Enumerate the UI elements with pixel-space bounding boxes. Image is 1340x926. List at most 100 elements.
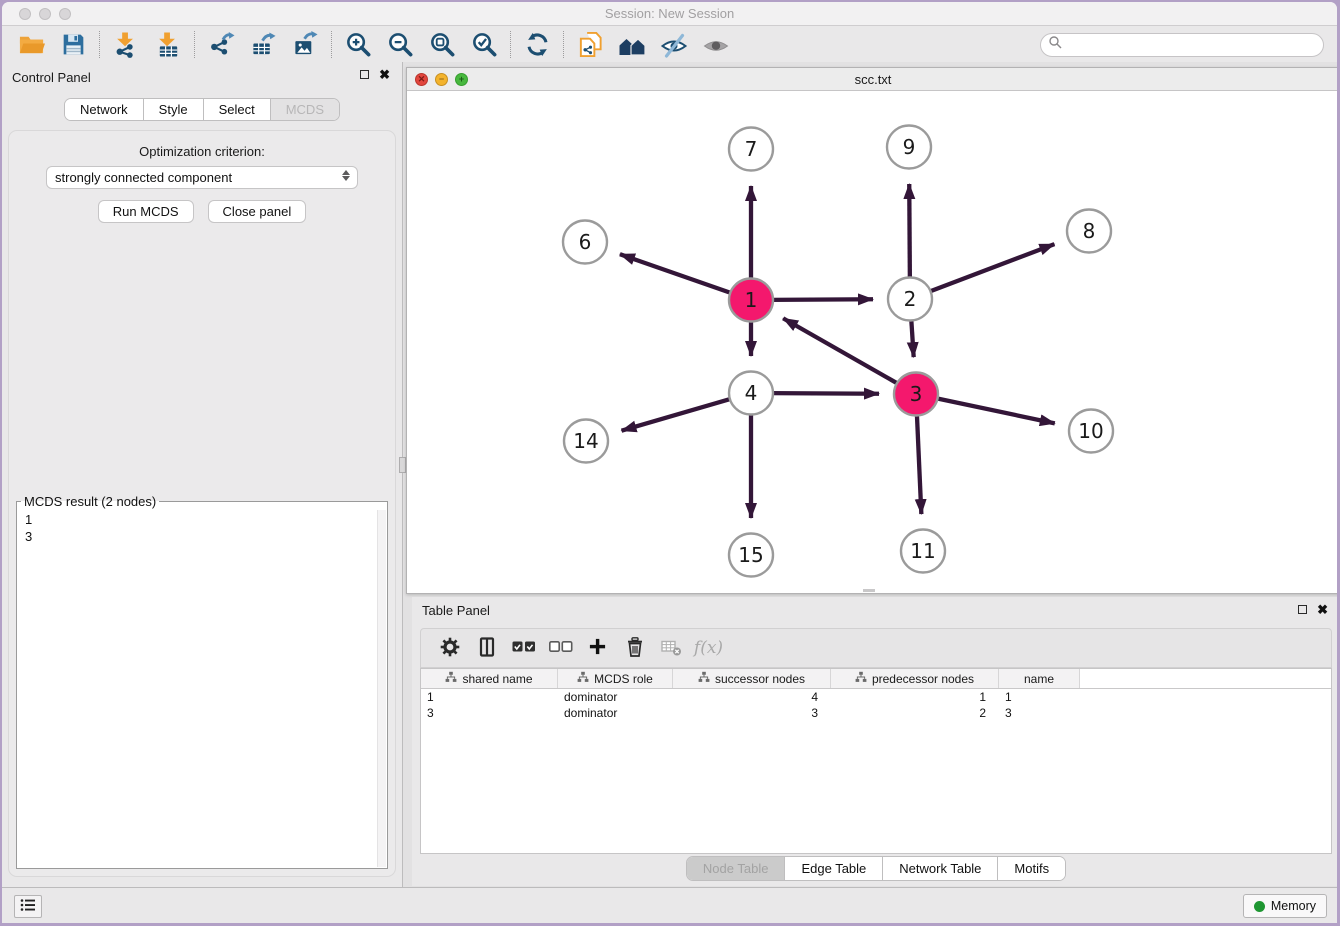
refresh-view-button[interactable] bbox=[516, 29, 558, 61]
empty-boxes-icon bbox=[549, 640, 573, 656]
export-image-icon bbox=[292, 31, 319, 58]
network-canvas[interactable]: 7 9 6 8 1 2 4 3 14 10 15 11 bbox=[407, 91, 1337, 593]
graph-edge-2-3[interactable] bbox=[911, 319, 913, 357]
graph-edge-2-9[interactable] bbox=[909, 184, 910, 279]
tab-motifs[interactable]: Motifs bbox=[997, 857, 1065, 880]
graph-node-8[interactable]: 8 bbox=[1067, 210, 1111, 253]
close-panel-button[interactable]: Close panel bbox=[208, 200, 307, 223]
tab-node-table[interactable]: Node Table bbox=[687, 857, 785, 880]
cell-predecessor-nodes[interactable]: 2 bbox=[831, 706, 999, 720]
float-table-panel-icon[interactable] bbox=[1298, 605, 1307, 614]
graph-node-6[interactable]: 6 bbox=[563, 221, 607, 264]
graph-node-1[interactable]: 1 bbox=[729, 279, 773, 322]
node-table[interactable]: shared name MCDS role successor nodes pr… bbox=[420, 668, 1332, 854]
float-panel-icon[interactable] bbox=[360, 70, 369, 79]
eye-icon bbox=[702, 31, 730, 59]
import-table-button[interactable] bbox=[147, 29, 189, 61]
zoom-in-button[interactable] bbox=[337, 29, 379, 61]
graph-node-11[interactable]: 11 bbox=[901, 530, 945, 573]
open-session-button[interactable] bbox=[10, 29, 52, 61]
zoom-fit-button[interactable] bbox=[421, 29, 463, 61]
cell-successor-nodes[interactable]: 4 bbox=[673, 690, 831, 704]
tab-network[interactable]: Network bbox=[65, 99, 143, 120]
graph-edge-2-8[interactable] bbox=[929, 244, 1055, 292]
graph-node-4[interactable]: 4 bbox=[729, 372, 773, 415]
task-history-button[interactable] bbox=[14, 895, 42, 918]
tab-style[interactable]: Style bbox=[143, 99, 203, 120]
column-header-mcds-role[interactable]: MCDS role bbox=[558, 669, 673, 688]
houses-button[interactable] bbox=[611, 29, 653, 61]
cell-mcds-role[interactable]: dominator bbox=[558, 690, 673, 704]
tab-network-table[interactable]: Network Table bbox=[882, 857, 997, 880]
export-network-button[interactable] bbox=[200, 29, 242, 61]
close-table-panel-icon[interactable]: ✖ bbox=[1317, 604, 1328, 615]
graph-edge-3-1[interactable] bbox=[783, 318, 898, 384]
documents-share-icon bbox=[577, 31, 604, 58]
cell-name[interactable]: 1 bbox=[999, 690, 1080, 704]
mcds-result-box: MCDS result (2 nodes) 1 3 bbox=[16, 494, 388, 869]
cell-mcds-role[interactable]: dominator bbox=[558, 706, 673, 720]
panel-divider-grip[interactable] bbox=[399, 457, 406, 473]
checked-boxes-icon bbox=[512, 640, 536, 656]
cell-predecessor-nodes[interactable]: 1 bbox=[831, 690, 999, 704]
graph-edge-1-2[interactable] bbox=[771, 299, 873, 300]
clear-selection-button[interactable] bbox=[542, 632, 579, 664]
table-row[interactable]: 3 dominator 3 2 3 bbox=[421, 705, 1331, 721]
column-header-shared-name[interactable]: shared name bbox=[421, 669, 558, 688]
graph-edge-4-14[interactable] bbox=[622, 399, 732, 431]
search-box[interactable] bbox=[1040, 33, 1324, 57]
close-panel-icon[interactable]: ✖ bbox=[379, 69, 390, 80]
eye-button[interactable] bbox=[695, 29, 737, 61]
delete-column-button[interactable] bbox=[616, 632, 653, 664]
result-scrollbar[interactable] bbox=[377, 510, 386, 867]
criterion-select[interactable]: strongly connected component bbox=[46, 166, 358, 189]
graph-edge-3-11[interactable] bbox=[917, 414, 921, 514]
window-title: Session: New Session bbox=[2, 6, 1337, 21]
graph-edge-1-6[interactable] bbox=[620, 254, 732, 293]
tab-select[interactable]: Select bbox=[203, 99, 270, 120]
cell-name[interactable]: 3 bbox=[999, 706, 1080, 720]
column-header-predecessor-nodes[interactable]: predecessor nodes bbox=[831, 669, 999, 688]
save-session-button[interactable] bbox=[52, 29, 94, 61]
zoom-selected-button[interactable] bbox=[463, 29, 505, 61]
export-network-icon bbox=[208, 31, 235, 58]
graph-node-10[interactable]: 10 bbox=[1069, 410, 1113, 453]
show-columns-button[interactable] bbox=[468, 632, 505, 664]
documents-share-button[interactable] bbox=[569, 29, 611, 61]
tab-mcds[interactable]: MCDS bbox=[270, 99, 339, 120]
export-table-button[interactable] bbox=[242, 29, 284, 61]
main-toolbar bbox=[2, 27, 1337, 62]
graph-edge-3-10[interactable] bbox=[936, 398, 1055, 423]
run-mcds-button[interactable]: Run MCDS bbox=[98, 200, 194, 223]
select-all-button[interactable] bbox=[505, 632, 542, 664]
table-row[interactable]: 1 dominator 4 1 1 bbox=[421, 689, 1331, 705]
frame-resize-grip[interactable] bbox=[863, 589, 875, 592]
eye-slash-button[interactable] bbox=[653, 29, 695, 61]
cell-successor-nodes[interactable]: 3 bbox=[673, 706, 831, 720]
import-table-icon bbox=[155, 31, 182, 58]
tab-edge-table[interactable]: Edge Table bbox=[784, 857, 882, 880]
graph-node-9[interactable]: 9 bbox=[887, 126, 931, 169]
network-window-titlebar: ✕ − + scc.txt bbox=[407, 68, 1337, 91]
graph-node-15[interactable]: 15 bbox=[729, 534, 773, 577]
column-header-successor-nodes[interactable]: successor nodes bbox=[673, 669, 831, 688]
search-input[interactable] bbox=[1063, 36, 1323, 54]
graph-node-2[interactable]: 2 bbox=[888, 278, 932, 321]
delete-table-icon bbox=[661, 637, 682, 660]
memory-button[interactable]: Memory bbox=[1243, 894, 1327, 918]
column-header-name[interactable]: name bbox=[999, 669, 1080, 688]
mcds-result-list: 1 3 bbox=[17, 509, 387, 547]
export-image-button[interactable] bbox=[284, 29, 326, 61]
open-folder-icon bbox=[18, 31, 45, 58]
zoom-out-button[interactable] bbox=[379, 29, 421, 61]
import-network-button[interactable] bbox=[105, 29, 147, 61]
mcds-panel: Optimization criterion: strongly connect… bbox=[8, 130, 396, 877]
graph-edge-4-3[interactable] bbox=[771, 393, 879, 394]
graph-node-7[interactable]: 7 bbox=[729, 128, 773, 171]
add-column-button[interactable] bbox=[579, 632, 616, 664]
cell-shared-name[interactable]: 3 bbox=[421, 706, 558, 720]
graph-node-3[interactable]: 3 bbox=[894, 373, 938, 416]
table-settings-button[interactable] bbox=[431, 632, 468, 664]
cell-shared-name[interactable]: 1 bbox=[421, 690, 558, 704]
graph-node-14[interactable]: 14 bbox=[564, 420, 608, 463]
